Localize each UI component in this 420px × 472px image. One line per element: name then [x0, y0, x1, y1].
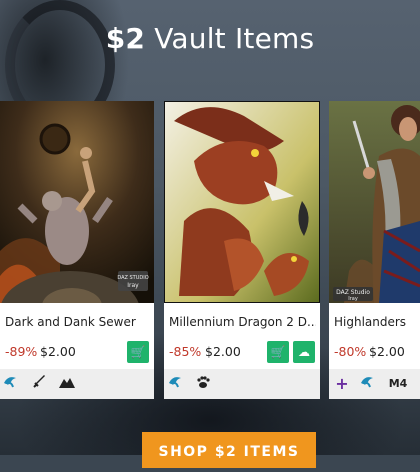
discount: -85% [169, 344, 202, 359]
badge-line1: DAZ Studio [336, 289, 370, 296]
product-image[interactable]: DAZ Studio Iray [329, 101, 420, 303]
sword-icon [30, 375, 48, 393]
product-card-dragon[interactable]: Millennium Dragon 2 D... -85% $2.00 🛒 ☁ [164, 101, 320, 399]
price: $2.00 [369, 344, 405, 359]
paw-icon [194, 375, 212, 393]
plus-icon: + [335, 374, 349, 393]
title-rest: Vault Items [154, 22, 315, 55]
badge-line2: Iray [348, 296, 358, 302]
product-name[interactable]: Highlanders [334, 315, 416, 329]
badge-line1: DAZ STUDIO [117, 275, 148, 281]
compatibility-icons [164, 369, 320, 399]
product-image[interactable] [164, 101, 320, 303]
price: $2.00 [205, 344, 241, 359]
dragon-artwork [164, 101, 320, 303]
product-card-sewer[interactable]: DAZ STUDIO Iray Dark and Dank Sewer -89%… [0, 101, 154, 399]
cart-icon: 🛒 [130, 345, 146, 359]
mountain-icon [58, 375, 76, 393]
compatibility-icons: + M4 [329, 369, 420, 399]
compatibility-icons [0, 369, 154, 399]
genesis-icon [2, 375, 20, 393]
badge-line2: Iray [127, 282, 139, 289]
cloud-download-icon: ☁ [298, 345, 310, 359]
discount: -89% [5, 344, 38, 359]
sewer-artwork: DAZ STUDIO Iray [0, 101, 154, 303]
product-name[interactable]: Millennium Dragon 2 D... [169, 315, 316, 329]
cart-icon: 🛒 [270, 345, 286, 359]
add-to-cart-button[interactable]: 🛒 [127, 341, 149, 363]
price: $2.00 [40, 344, 76, 359]
shop-button[interactable]: SHOP $2 ITEMS [142, 432, 316, 468]
title-price: $2 [105, 22, 146, 55]
genesis-icon [167, 375, 185, 393]
highlanders-artwork: DAZ Studio Iray [329, 101, 420, 303]
download-button[interactable]: ☁ [293, 341, 315, 363]
product-image[interactable]: DAZ STUDIO Iray [0, 101, 154, 303]
add-to-cart-button[interactable]: 🛒 [267, 341, 289, 363]
product-name[interactable]: Dark and Dank Sewer [5, 315, 150, 329]
genesis-icon [359, 375, 377, 393]
product-card-highlanders[interactable]: DAZ Studio Iray Highlanders -80% $2.00 +… [329, 101, 420, 399]
m4-icon: M4 [388, 377, 408, 390]
section-title: $2 Vault Items [0, 22, 420, 55]
discount: -80% [334, 344, 367, 359]
